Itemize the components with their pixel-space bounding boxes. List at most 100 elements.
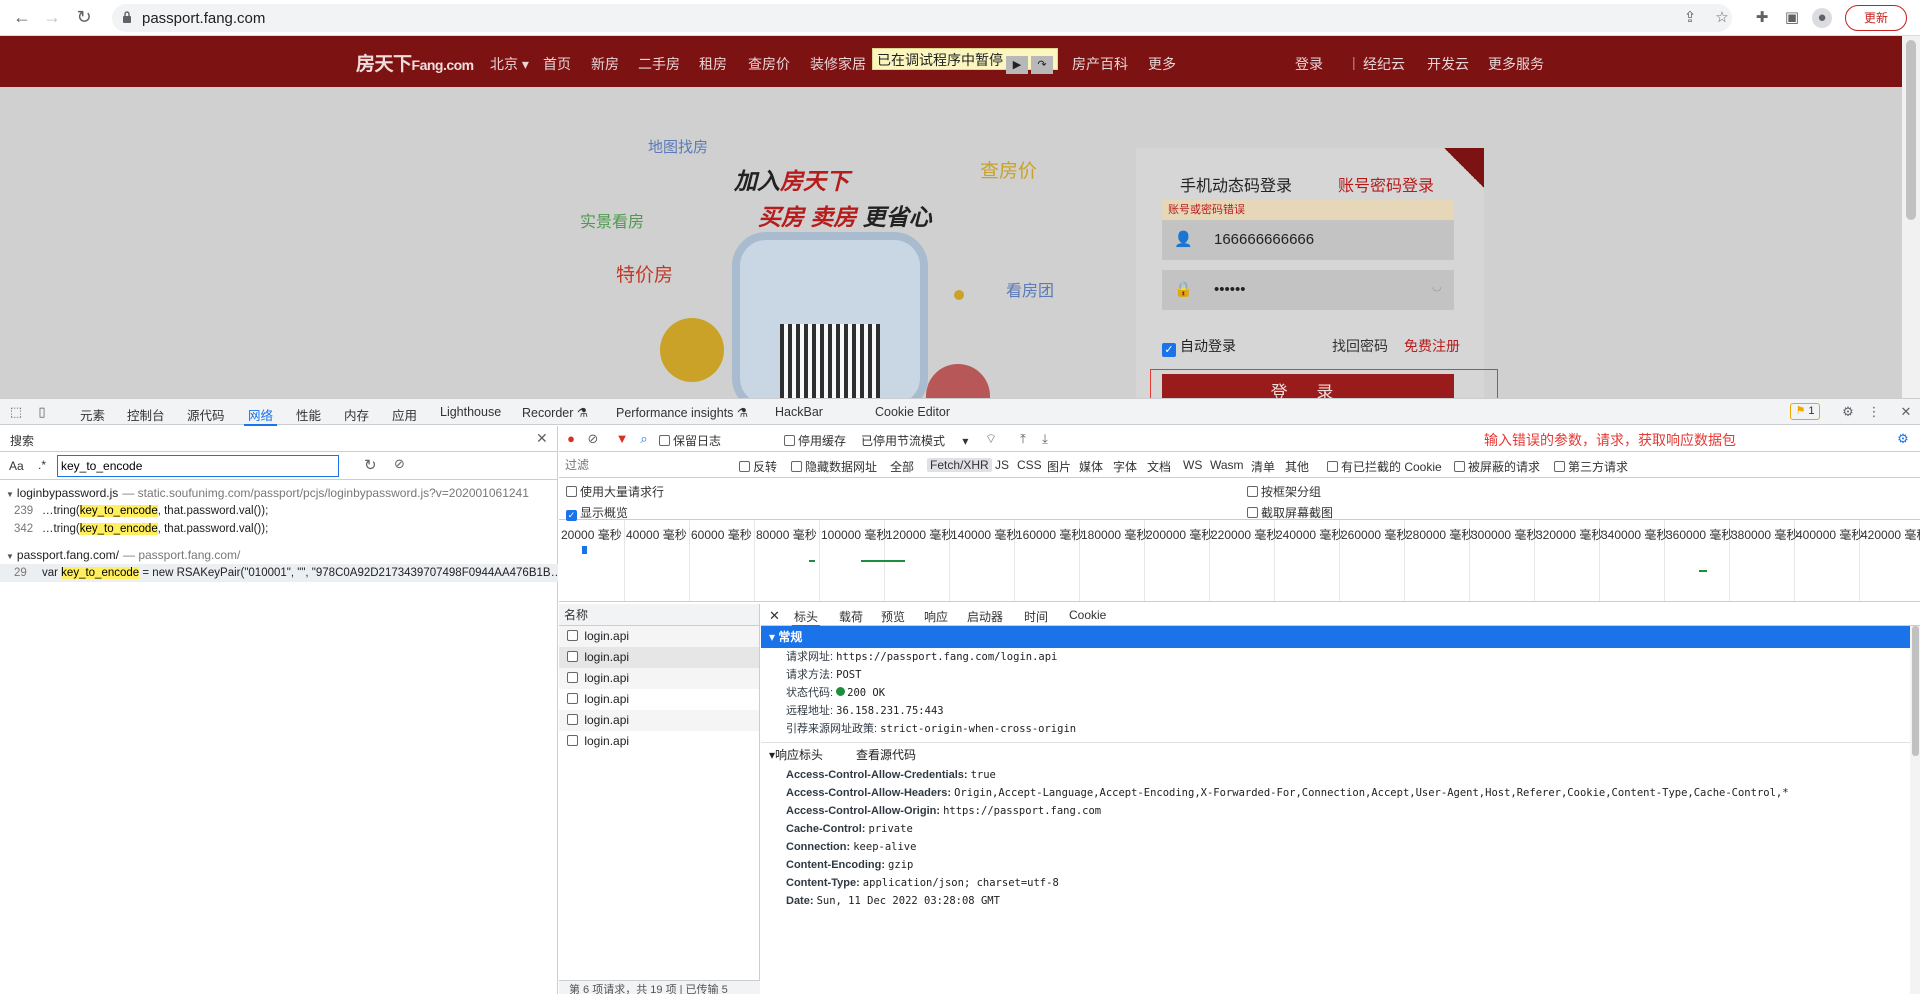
- register-link[interactable]: 免费注册: [1404, 336, 1460, 356]
- filter-type-media[interactable]: 媒体: [1079, 458, 1103, 475]
- search-result-line[interactable]: 342 …tring(key_to_encode, that.password.v…: [0, 520, 558, 538]
- reload-icon[interactable]: ↻: [72, 6, 96, 30]
- side-panel-icon[interactable]: ▣: [1782, 8, 1802, 28]
- regex-toggle[interactable]: .*: [38, 458, 46, 472]
- tab-preview[interactable]: 预览: [881, 608, 905, 625]
- response-headers-section-header[interactable]: ▾响应标头 查看源代码: [761, 742, 1914, 766]
- network-settings-gear-icon[interactable]: ⚙: [1895, 431, 1911, 447]
- username-field[interactable]: 👤 166666666666: [1162, 220, 1454, 260]
- tab-memory[interactable]: 内存: [344, 405, 369, 424]
- nav-link[interactable]: 查房价: [748, 54, 790, 74]
- expand-triangle-icon[interactable]: ▼: [6, 490, 14, 499]
- invert-checkbox[interactable]: 反转: [739, 458, 777, 475]
- close-search-icon[interactable]: ✕: [536, 430, 548, 447]
- search-result-line[interactable]: 239 …tring(key_to_encode, that.password.v…: [0, 502, 558, 520]
- resume-icon[interactable]: ▶: [1006, 56, 1028, 74]
- profile-avatar-icon[interactable]: ●: [1812, 8, 1832, 28]
- refresh-search-icon[interactable]: ↻: [364, 456, 377, 474]
- nav-link[interactable]: 开发云: [1427, 54, 1469, 74]
- tab-performance-insights[interactable]: Performance insights ⚗: [616, 405, 748, 420]
- search-result-file[interactable]: ▼ passport.fang.com/— passport.fang.com/: [0, 546, 558, 564]
- filter-input[interactable]: [559, 454, 729, 476]
- close-devtools-icon[interactable]: ✕: [1898, 404, 1914, 420]
- password-field[interactable]: 🔒 •••••• ◡: [1162, 270, 1454, 310]
- tab-timing[interactable]: 时间: [1024, 608, 1048, 625]
- auto-login-checkbox[interactable]: ✓ 自动登录: [1162, 336, 1236, 357]
- filter-type-manifest[interactable]: 清单: [1251, 458, 1275, 475]
- device-toolbar-icon[interactable]: ▯: [34, 404, 50, 420]
- close-detail-icon[interactable]: ✕: [769, 608, 780, 624]
- login-link[interactable]: 登录: [1295, 54, 1323, 74]
- record-icon[interactable]: ●: [563, 431, 579, 447]
- qr-login-toggle-icon[interactable]: [1444, 148, 1484, 188]
- tab-elements[interactable]: 元素: [80, 405, 105, 424]
- nav-link[interactable]: 首页: [543, 54, 571, 74]
- nav-link[interactable]: 租房: [699, 54, 727, 74]
- blocked-requests-checkbox[interactable]: 被屏蔽的请求: [1454, 458, 1540, 475]
- forgot-password-link[interactable]: 找回密码: [1332, 336, 1388, 356]
- request-row[interactable]: login.api: [559, 689, 759, 710]
- request-row[interactable]: login.api: [559, 731, 759, 752]
- blocked-cookies-checkbox[interactable]: 有已拦截的 Cookie: [1327, 458, 1442, 475]
- tab-payload[interactable]: 载荷: [839, 608, 863, 625]
- address-bar[interactable]: passport.fang.com: [112, 4, 1732, 32]
- more-options-icon[interactable]: ⋮: [1866, 404, 1882, 420]
- tab-initiator[interactable]: 启动器: [967, 608, 1003, 625]
- site-logo[interactable]: 房天下Fang.com: [356, 49, 474, 76]
- tab-sources[interactable]: 源代码: [187, 405, 225, 424]
- page-scrollbar[interactable]: [1902, 36, 1920, 398]
- request-row[interactable]: login.api: [559, 647, 759, 668]
- network-conditions-icon[interactable]: ⌔: [983, 431, 999, 447]
- tab-lighthouse[interactable]: Lighthouse: [440, 405, 501, 419]
- filter-type-ws[interactable]: WS: [1183, 458, 1202, 472]
- tab-hackbar[interactable]: HackBar: [775, 405, 823, 419]
- general-section-header[interactable]: ▾ 常规: [761, 626, 1914, 648]
- tab-sms-login[interactable]: 手机动态码登录: [1180, 172, 1292, 196]
- filter-type-css[interactable]: CSS: [1017, 458, 1042, 472]
- issues-badge[interactable]: ⚑ 1: [1790, 403, 1820, 420]
- share-icon[interactable]: ⇪: [1680, 8, 1700, 28]
- filter-type-js[interactable]: JS: [995, 458, 1009, 472]
- tab-performance[interactable]: 性能: [296, 405, 321, 424]
- search-icon[interactable]: ⌕: [636, 431, 652, 447]
- tab-console[interactable]: 控制台: [127, 405, 165, 424]
- eye-closed-icon[interactable]: ◡: [1432, 280, 1450, 300]
- tab-headers[interactable]: 标头: [791, 608, 821, 627]
- hide-data-urls-checkbox[interactable]: 隐藏数据网址: [791, 458, 877, 475]
- request-row[interactable]: login.api: [559, 668, 759, 689]
- tab-application[interactable]: 应用: [392, 405, 417, 424]
- disable-cache-checkbox[interactable]: 停用缓存: [784, 432, 846, 449]
- request-row[interactable]: login.api: [559, 626, 759, 647]
- match-case-toggle[interactable]: Aa: [9, 459, 24, 473]
- nav-link[interactable]: 新房: [591, 54, 619, 74]
- filter-type-other[interactable]: 其他: [1285, 458, 1309, 475]
- third-party-checkbox[interactable]: 第三方请求: [1554, 458, 1628, 475]
- expand-triangle-icon[interactable]: ▼: [6, 552, 14, 561]
- filter-type-fetch-xhr[interactable]: Fetch/XHR: [927, 458, 992, 472]
- nav-link[interactable]: 更多服务: [1488, 54, 1544, 74]
- nav-link[interactable]: 更多: [1148, 54, 1176, 74]
- filter-type-font[interactable]: 字体: [1113, 458, 1137, 475]
- scrollbar-thumb[interactable]: [1912, 626, 1919, 756]
- step-over-icon[interactable]: ↷: [1031, 56, 1053, 74]
- clear-icon[interactable]: ⊘: [585, 431, 601, 447]
- tab-recorder[interactable]: Recorder ⚗: [522, 405, 588, 420]
- bookmark-star-icon[interactable]: ☆: [1712, 8, 1732, 28]
- export-har-icon[interactable]: ⤓: [1037, 431, 1053, 447]
- extensions-icon[interactable]: ✚: [1752, 8, 1772, 28]
- throttle-select[interactable]: 已停用节流模式 ▾: [861, 432, 968, 449]
- preserve-log-checkbox[interactable]: 保留日志: [659, 432, 721, 449]
- filter-type-img[interactable]: 图片: [1047, 458, 1071, 475]
- inspect-element-icon[interactable]: ⬚: [8, 404, 24, 420]
- clear-search-icon[interactable]: ⊘: [394, 456, 405, 472]
- filter-type-wasm[interactable]: Wasm: [1210, 458, 1244, 472]
- forward-icon[interactable]: →: [40, 6, 64, 30]
- back-icon[interactable]: ←: [10, 6, 34, 30]
- column-header-name[interactable]: 名称: [559, 604, 759, 626]
- tab-network[interactable]: 网络: [243, 405, 278, 426]
- nav-link[interactable]: 房产百科: [1072, 54, 1128, 74]
- search-input[interactable]: [57, 455, 339, 477]
- tab-cookie-editor[interactable]: Cookie Editor: [875, 405, 950, 419]
- search-result-line[interactable]: 29 var key_to_encode = new RSAKeyPair("01…: [0, 564, 558, 582]
- network-overview-timeline[interactable]: 20000 毫秒 40000 毫秒 60000 毫秒 80000 毫秒 1000…: [559, 520, 1920, 602]
